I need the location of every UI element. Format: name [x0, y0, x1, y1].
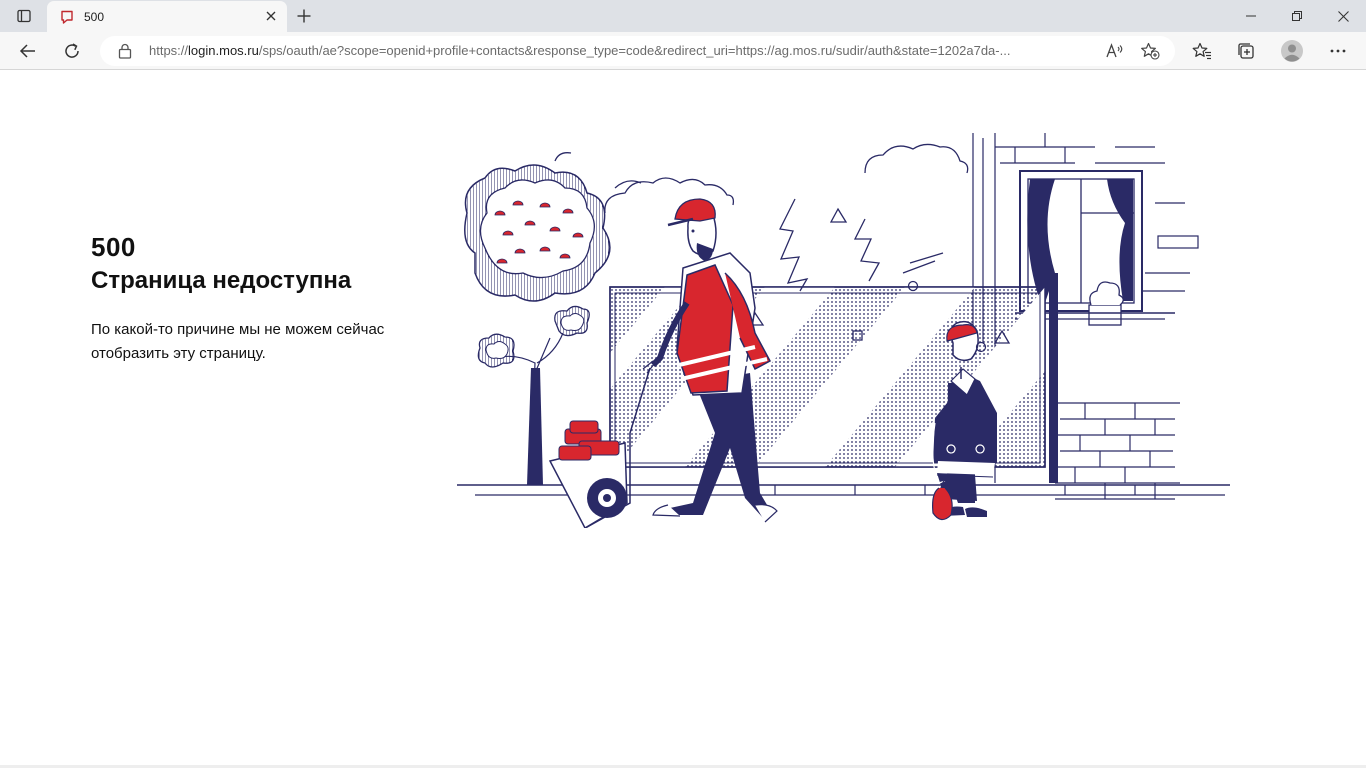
read-aloud-icon[interactable]	[1104, 40, 1126, 62]
back-arrow-icon	[19, 44, 35, 58]
lock-icon[interactable]	[117, 43, 133, 59]
collections-icon	[1238, 43, 1254, 59]
close-icon	[1337, 10, 1349, 22]
page-icon	[59, 9, 75, 25]
profile-button[interactable]	[1276, 35, 1308, 67]
url-text[interactable]: https://login.mos.ru/sps/oauth/ae?scope=…	[149, 43, 1104, 59]
browser-window: 500 https://login.mos.ru/sps/oauth/ae?sc…	[0, 0, 1366, 768]
refresh-button[interactable]	[56, 35, 88, 67]
tab-actions-icon	[17, 9, 31, 23]
url-host: login.mos.ru	[188, 43, 259, 58]
favorites-button[interactable]	[1186, 35, 1218, 67]
window-close-button[interactable]	[1320, 0, 1366, 32]
favorites-icon	[1192, 42, 1211, 60]
tab-title: 500	[84, 9, 105, 24]
error-message: По какой-то причине мы не можем сейчас о…	[91, 321, 385, 362]
minimize-icon	[1246, 15, 1256, 17]
error-illustration	[457, 133, 1230, 528]
page-content: 500 Страница недоступна По какой-то прич…	[0, 71, 1366, 768]
plus-icon	[297, 9, 311, 23]
tab-actions-button[interactable]	[8, 4, 40, 28]
close-icon[interactable]	[263, 8, 279, 24]
profile-avatar-icon	[1281, 40, 1303, 62]
restore-icon	[1292, 11, 1302, 21]
refresh-icon	[65, 43, 79, 58]
restore-button[interactable]	[1274, 0, 1320, 32]
tab-strip: 500	[0, 0, 1366, 32]
address-bar[interactable]: https://login.mos.ru/sps/oauth/ae?scope=…	[100, 36, 1175, 66]
error-title: Страница недоступна	[91, 267, 352, 294]
collections-button[interactable]	[1230, 35, 1262, 67]
url-path: /sps/oauth/ae?scope=openid+profile+conta…	[258, 43, 1011, 58]
new-tab-button[interactable]	[292, 4, 316, 28]
tab-active[interactable]: 500	[47, 1, 287, 32]
browser-toolbar: https://login.mos.ru/sps/oauth/ae?scope=…	[0, 32, 1366, 70]
settings-menu-button[interactable]	[1322, 35, 1354, 67]
add-favorite-icon[interactable]	[1139, 40, 1161, 62]
minimize-button[interactable]	[1228, 0, 1274, 32]
back-button[interactable]	[12, 35, 44, 67]
url-scheme: https://	[149, 43, 189, 58]
error-code: 500	[91, 232, 136, 262]
more-dots-icon	[1330, 49, 1346, 53]
